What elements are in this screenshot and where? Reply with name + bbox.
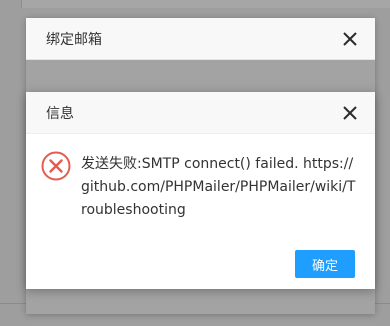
info-dialog-header: 信息 — [26, 92, 375, 134]
bind-email-dialog-title: 绑定邮箱 — [46, 31, 102, 48]
error-icon — [41, 151, 71, 181]
page-top-strip — [21, 0, 390, 8]
info-dialog: 信息 发送失败:SMTP connect() failed. https://g… — [26, 92, 375, 289]
bind-email-dialog-header: 绑定邮箱 — [26, 18, 375, 60]
info-dialog-body: 发送失败:SMTP connect() failed. https://gith… — [26, 134, 375, 244]
ok-button[interactable]: 确定 — [295, 250, 355, 278]
close-icon[interactable] — [343, 32, 357, 46]
info-dialog-title: 信息 — [46, 105, 74, 122]
error-message: 发送失败:SMTP connect() failed. https://gith… — [81, 156, 356, 218]
close-icon[interactable] — [343, 106, 357, 120]
